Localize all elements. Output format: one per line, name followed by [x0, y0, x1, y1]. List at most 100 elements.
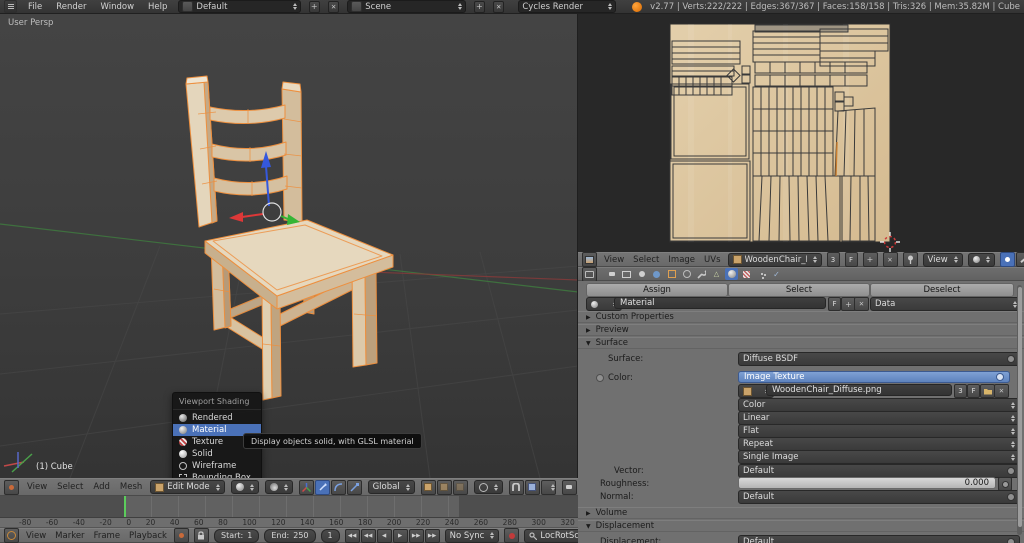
properties-scrollbar[interactable]	[1017, 285, 1022, 535]
shading-option-wireframe[interactable]: Wireframe	[173, 460, 261, 472]
tab-constraints[interactable]	[680, 268, 693, 280]
manipulator-rotate-button[interactable]	[331, 480, 346, 495]
occlude-geometry-icon[interactable]	[437, 480, 452, 495]
panel-custom-properties[interactable]: ▶ Custom Properties	[578, 311, 1024, 323]
play-reverse-button[interactable]: ◀	[377, 529, 392, 543]
uv-vertex-select-button[interactable]	[1000, 252, 1015, 267]
select-button[interactable]: Select	[728, 283, 870, 297]
play-button[interactable]: ▶	[393, 529, 408, 543]
editor-type-selector[interactable]	[4, 480, 19, 495]
material-link-selector[interactable]: Data	[870, 297, 1022, 311]
menu-select[interactable]: Select	[55, 482, 85, 492]
image-users-button[interactable]: 3	[827, 252, 840, 267]
uv-edge-select-button[interactable]	[1016, 252, 1024, 267]
roughness-slider[interactable]: 0.000	[738, 477, 996, 489]
unlink-image-button[interactable]	[883, 252, 898, 267]
fake-user-button[interactable]: F	[967, 384, 980, 398]
jump-to-start-button[interactable]: ◀◀	[345, 529, 360, 543]
pivot-selector[interactable]	[968, 253, 995, 267]
menu-view[interactable]: View	[25, 482, 49, 492]
assign-button[interactable]: Assign	[586, 283, 728, 297]
editor-type-selector[interactable]	[4, 528, 19, 543]
menu-window[interactable]: Window	[98, 2, 138, 12]
display-channels-selector[interactable]: View	[923, 253, 963, 267]
add-scene-button[interactable]	[474, 1, 485, 13]
tab-particles[interactable]	[755, 268, 768, 280]
auto-keyframe-record-button[interactable]	[504, 528, 519, 543]
deselect-button[interactable]: Deselect	[870, 283, 1014, 297]
uv-image-editor[interactable]	[578, 14, 1024, 252]
menu-marker[interactable]: Marker	[53, 531, 86, 541]
pin-icon[interactable]	[903, 252, 918, 267]
mode-selector[interactable]: Edit Mode	[150, 480, 224, 494]
image-datablock-selector[interactable]: WoodenChair_Diffus...	[728, 253, 822, 267]
menu-file[interactable]: File	[25, 2, 45, 12]
manipulator-translate-button[interactable]	[315, 480, 330, 495]
tab-modifiers[interactable]	[695, 268, 708, 280]
material-name-field[interactable]: Material	[614, 297, 826, 309]
menu-render[interactable]: Render	[53, 2, 89, 12]
panel-surface[interactable]: ▼ Surface	[578, 337, 1024, 349]
snap-magnet-icon[interactable]	[509, 480, 524, 495]
interpolation-selector[interactable]: Linear	[738, 411, 1020, 425]
menu-frame[interactable]: Frame	[92, 531, 122, 541]
panel-volume[interactable]: ▶ Volume	[578, 507, 1024, 519]
shading-option-bounding-box[interactable]: Bounding Box	[173, 472, 261, 478]
scene-selector[interactable]: Scene	[347, 0, 465, 13]
color-space-selector[interactable]: Color	[738, 398, 1020, 412]
tab-physics[interactable]: ✓	[770, 268, 783, 280]
unlink-image-button[interactable]	[994, 384, 1009, 398]
snap-target-selector[interactable]	[541, 480, 556, 495]
menu-playback[interactable]: Playback	[127, 531, 169, 541]
info-editor-icon[interactable]	[4, 0, 17, 13]
panel-displacement[interactable]: ▼ Displacement	[578, 520, 1024, 532]
screen-layout-selector[interactable]: Default	[178, 0, 300, 13]
use-preview-range-icon[interactable]	[174, 528, 189, 543]
tab-render-layers[interactable]	[620, 268, 633, 280]
backface-cull-icon[interactable]	[453, 480, 468, 495]
menu-add[interactable]: Add	[91, 482, 111, 492]
new-image-button[interactable]	[863, 252, 878, 267]
tab-render[interactable]	[605, 268, 618, 280]
close-scene-button[interactable]	[493, 1, 504, 13]
jump-to-end-button[interactable]: ▶▶	[425, 529, 440, 543]
normal-input-selector[interactable]: Default	[738, 490, 1020, 504]
tab-material[interactable]	[725, 268, 738, 280]
tab-world[interactable]	[650, 268, 663, 280]
tab-object-data[interactable]: △	[710, 268, 723, 280]
jump-prev-keyframe-button[interactable]: ◀◀	[361, 529, 376, 543]
fake-user-button[interactable]: F	[828, 297, 841, 311]
fake-user-button[interactable]: F	[845, 252, 858, 267]
jump-next-keyframe-button[interactable]: ▶▶	[409, 529, 424, 543]
menu-image[interactable]: Image	[666, 255, 697, 265]
color-input-selector[interactable]: Image Texture	[738, 371, 1010, 383]
manipulator-scale-button[interactable]	[347, 480, 362, 495]
open-image-button[interactable]	[980, 384, 995, 398]
editor-type-selector[interactable]	[582, 252, 597, 267]
timeline-band[interactable]	[0, 496, 578, 518]
viewport-shading-selector[interactable]	[231, 480, 259, 494]
roughness-socket-button[interactable]	[998, 477, 1012, 491]
timeline-playhead[interactable]	[124, 496, 126, 517]
limit-selection-icon[interactable]	[421, 480, 436, 495]
menu-help[interactable]: Help	[145, 2, 170, 12]
tab-texture[interactable]	[740, 268, 753, 280]
panel-preview[interactable]: ▶ Preview	[578, 324, 1024, 336]
close-layout-button[interactable]	[328, 1, 339, 13]
tab-object[interactable]	[665, 268, 678, 280]
add-layout-button[interactable]	[309, 1, 320, 13]
proportional-edit-selector[interactable]	[474, 480, 503, 494]
menu-mesh[interactable]: Mesh	[118, 482, 144, 492]
menu-view[interactable]: View	[24, 531, 48, 541]
render-engine-selector[interactable]: Cycles Render	[518, 0, 616, 13]
opengl-render-icon[interactable]	[562, 480, 577, 495]
current-frame-field[interactable]: 1	[321, 529, 340, 543]
vector-input-selector[interactable]: Default	[738, 464, 1020, 478]
transform-orientation-selector[interactable]: Global	[368, 480, 415, 494]
image-source-selector[interactable]: Single Image	[738, 450, 1020, 464]
shading-option-rendered[interactable]: Rendered	[173, 412, 261, 424]
viewport-3d[interactable]: User Persp (1) Cube Viewport Shading Ren…	[0, 14, 578, 478]
unlink-material-button[interactable]	[854, 297, 869, 311]
image-name-field[interactable]: WoodenChair_Diffuse.png	[766, 384, 952, 396]
menu-view[interactable]: View	[602, 255, 626, 265]
